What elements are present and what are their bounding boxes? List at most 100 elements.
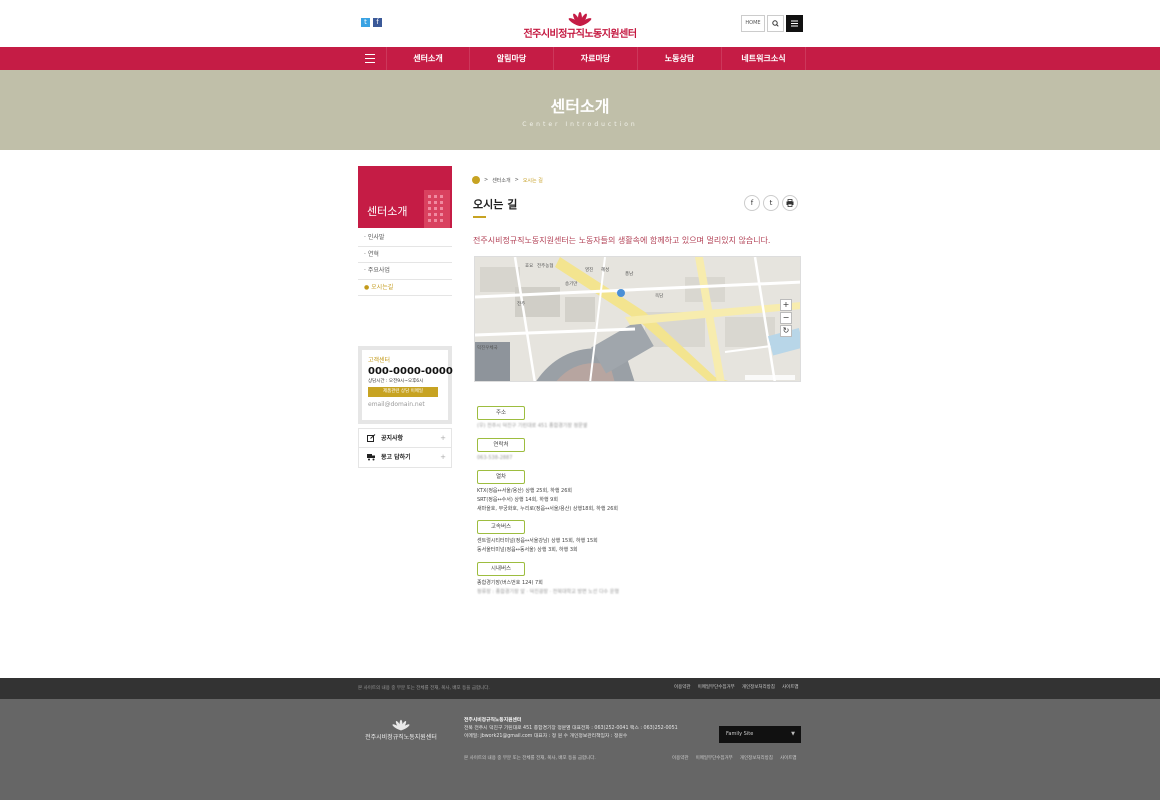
sns-links: t f <box>361 18 382 27</box>
nav-item-resources[interactable]: 자료마당 <box>554 47 638 70</box>
breadcrumb-current: 오시는 길 <box>522 177 543 184</box>
nav-item-network[interactable]: 네트워크소식 <box>722 47 806 70</box>
city-bus-line: 종합경기장(버스번호 124) 7회 <box>477 580 543 586</box>
customer-email[interactable]: email@domain.net <box>368 401 443 408</box>
plus-icon: + <box>440 434 446 442</box>
zoom-out-button[interactable]: − <box>780 312 792 324</box>
footer-bottom-links: 이용약관 이메일무단수집거부 개인정보처리방침 사이트맵 <box>672 755 797 761</box>
footer-notice: 본 사이트의 내용 중 무분 또는 전체를 전재, 복사, 배포 등을 금합니다… <box>358 686 490 691</box>
header: t f 전주시비정규직노동지원센터 HOME <box>0 0 1160 47</box>
lotus-logo-icon <box>392 719 410 731</box>
info-train: 열차 KTX(정읍↔서울/용산) 상행 25회, 하행 26회 SRT(정읍↔수… <box>477 470 618 514</box>
share-buttons: f t <box>744 195 798 211</box>
city-bus-line: 정류장 : 종합경기장 앞 · 덕진광장 · 전북대학교 방면 노선 다수 운행 <box>477 589 619 595</box>
sidebar-header: 센터소개 <box>358 166 452 228</box>
chevron-down-icon: ▼ <box>791 731 795 737</box>
map-label: 전주 <box>517 300 525 307</box>
contact-label: 연락처 <box>477 438 525 452</box>
site-logo[interactable]: 전주시비정규직노동지원센터 <box>520 7 640 40</box>
page: t f 전주시비정규직노동지원센터 HOME 센터소개 알림마당 자료마당 노동… <box>0 0 1160 800</box>
sidebar-title: 센터소개 <box>367 205 408 218</box>
map-label: 효요 <box>525 263 533 269</box>
footer-org-name: 전주시비정규직노동지원센터 <box>464 718 522 723</box>
nav-menu-icon[interactable] <box>365 54 375 66</box>
search-button[interactable] <box>767 15 784 32</box>
map-label: 혜성 <box>601 266 609 273</box>
footer-logo: 전주시비정규직노동지원센터 <box>358 716 444 741</box>
map-controls: + − ↻ <box>780 299 792 337</box>
location-map[interactable]: 효요 전주농협 영진 혜성 풍남 송기만 옥담 전주 덕진우체국 + − ↻ <box>474 256 801 382</box>
sidebar-item-greeting[interactable]: · 인사말 <box>358 230 452 247</box>
footer-link-sitemap[interactable]: 사이트맵 <box>782 684 799 690</box>
home-icon[interactable] <box>472 176 480 184</box>
map-label: 전주농협 <box>537 262 554 269</box>
map-reset-button[interactable]: ↻ <box>780 325 792 337</box>
print-icon[interactable] <box>782 195 798 211</box>
hamburger-icon <box>791 20 798 27</box>
customer-hours: 상담시간 : 오전9시~오후6시 <box>368 379 424 384</box>
address-label: 주소 <box>477 406 525 420</box>
sidebar-item-directions[interactable]: ● 오시는길 <box>358 280 452 296</box>
sidebar-item-projects[interactable]: · 주요사업 <box>358 263 452 280</box>
menu-button[interactable] <box>786 15 803 32</box>
footer-link-email-policy[interactable]: 이메일무단수집거부 <box>698 684 735 690</box>
footer-link-email-policy[interactable]: 이메일무단수집거부 <box>696 755 733 761</box>
footer-top: 본 사이트의 내용 중 무분 또는 전체를 전재, 복사, 배포 등을 금합니다… <box>0 678 1160 699</box>
search-icon <box>772 20 779 27</box>
express-bus-line: 동서울터미널(정읍↔동서울) 상행 3회, 하행 3회 <box>477 547 578 553</box>
email-inquiry-badge: 제품관련 상담 이메일 <box>368 387 438 397</box>
footer-copyright: 본 사이트의 내용 중 무분 또는 전체를 전재, 복사, 배포 등을 금합니다… <box>464 756 596 761</box>
footer-link-sitemap[interactable]: 사이트맵 <box>780 755 797 761</box>
nav-item-notice[interactable]: 알림마당 <box>470 47 554 70</box>
train-line: 새마을호, 무궁화호, 누리로(정읍↔서울/용산) 상행18회, 하행 26회 <box>477 506 619 512</box>
map-label: 덕진우체국 <box>477 344 498 351</box>
family-site-select[interactable]: Family Site ▼ <box>719 726 801 743</box>
footer-main: 전주시비정규직노동지원센터 전주시비정규직노동지원센터 전북 전주시 덕진구 기… <box>0 699 1160 800</box>
zoom-in-button[interactable]: + <box>780 299 792 311</box>
external-link-icon <box>367 434 376 442</box>
customer-center-box: 고객센터 000-0000-0000 상담시간 : 오전9시~오후6시 제품관련… <box>358 346 453 424</box>
info-contact: 연락처 063-538-2887 <box>477 438 525 463</box>
map-label: 옥담 <box>655 292 663 299</box>
plus-icon: + <box>440 453 446 461</box>
building-icon <box>424 190 450 228</box>
info-address: 주소 (우) 전주시 덕진구 기린대로 451 종합경기장 정문옆 <box>477 406 587 431</box>
footer-link-terms[interactable]: 이용약관 <box>674 684 691 690</box>
sidebar-item-history[interactable]: · 연혁 <box>358 247 452 263</box>
facebook-icon[interactable]: f <box>373 18 382 27</box>
info-city-bus: 시내버스 종합경기장(버스번호 124) 7회 정류장 : 종합경기장 앞 · … <box>477 562 619 597</box>
footer-link-terms[interactable]: 이용약관 <box>672 755 689 761</box>
footer-link-privacy[interactable]: 개인정보처리방침 <box>742 684 775 690</box>
map-label: 풍남 <box>625 270 633 277</box>
info-express-bus: 고속버스 센트럴시티터미널(정읍↔서울강남) 상행 15회, 하행 15회 동서… <box>477 520 598 555</box>
breadcrumb-parent[interactable]: 센터소개 <box>492 177 510 184</box>
footer-info: 전주시비정규직노동지원센터 전북 전주시 덕진구 기린대로 451 종합경기장 … <box>464 717 678 741</box>
train-label: 열차 <box>477 470 525 484</box>
page-title: 오시는 길 <box>473 198 518 211</box>
quick-links: 공지사항 + 몽고 답하기 + <box>358 428 452 468</box>
footer-top-links: 이용약관 이메일무단수집거부 개인정보처리방침 사이트맵 <box>674 684 799 690</box>
express-bus-line: 센트럴시티터미널(정읍↔서울강남) 상행 15회, 하행 15회 <box>477 538 598 544</box>
twitter-icon[interactable]: t <box>361 18 370 27</box>
title-underline <box>473 216 486 218</box>
page-banner: 센터소개 Center Introduction <box>0 70 1160 150</box>
map-canvas: 효요 전주농협 영진 혜성 풍남 송기만 옥담 전주 덕진우체국 <box>475 257 800 381</box>
quick-link-qna[interactable]: 몽고 답하기 + <box>358 448 452 468</box>
train-line: SRT(정읍↔수서) 상행 14회, 하행 9회 <box>477 497 558 503</box>
banner-subtitle: Center Introduction <box>522 121 638 128</box>
express-bus-label: 고속버스 <box>477 520 525 534</box>
site-name: 전주시비정규직노동지원센터 <box>523 29 637 40</box>
nav-item-center[interactable]: 센터소개 <box>386 47 470 70</box>
quick-link-notice[interactable]: 공지사항 + <box>358 428 452 448</box>
twitter-share-icon[interactable]: t <box>763 195 779 211</box>
facebook-share-icon[interactable]: f <box>744 195 760 211</box>
map-label: 영진 <box>585 266 593 273</box>
main-nav: 센터소개 알림마당 자료마당 노동상담 네트워크소식 <box>0 47 1160 70</box>
home-button[interactable]: HOME <box>741 15 765 32</box>
banner-title: 센터소개 <box>550 97 610 116</box>
footer-contact: 이메일: jbwork21@gmail.com 대표자 : 정 원 수 개인정보… <box>464 734 628 739</box>
footer-link-privacy[interactable]: 개인정보처리방침 <box>740 755 773 761</box>
nav-item-counsel[interactable]: 노동상담 <box>638 47 722 70</box>
contact-text: 063-538-2887 <box>477 455 513 461</box>
city-bus-label: 시내버스 <box>477 562 525 576</box>
